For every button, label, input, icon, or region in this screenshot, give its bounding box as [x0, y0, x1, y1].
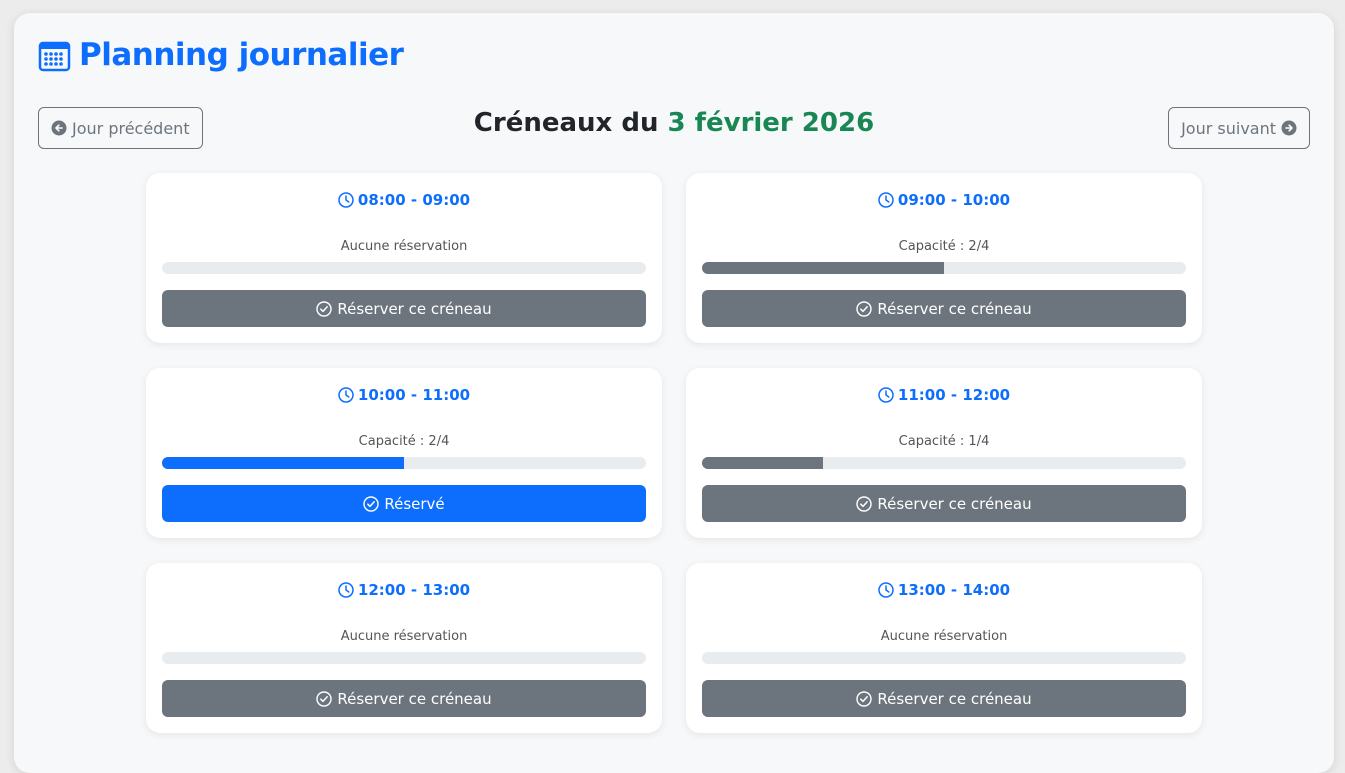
clock-icon — [878, 387, 894, 403]
slot-time: 11:00 - 12:00 — [686, 386, 1202, 404]
reserve-slot-label: Réserver ce créneau — [877, 299, 1032, 318]
slot-time-text: 11:00 - 12:00 — [897, 386, 1011, 404]
check-circle-icon — [856, 300, 873, 317]
slot-capacity-fill — [162, 457, 404, 469]
slot-card: 12:00 - 13:00 Aucune réservation Réserve… — [146, 563, 662, 733]
slot-capacity-bar — [162, 652, 646, 664]
reserve-slot-button[interactable]: Réserver ce créneau — [702, 680, 1186, 717]
reserve-slot-button[interactable]: Réserver ce créneau — [702, 485, 1186, 522]
slot-card: 08:00 - 09:00 Aucune réservation Réserve… — [146, 173, 662, 343]
slot-card: 09:00 - 10:00 Capacité : 2/4 Réserver ce… — [686, 173, 1202, 343]
slot-capacity-bar — [702, 457, 1186, 469]
clock-icon — [878, 192, 894, 208]
check-circle-icon — [856, 690, 873, 707]
day-heading-prefix: Créneaux du — [473, 108, 668, 138]
day-heading: Créneaux du 3 février 2026 — [14, 108, 1334, 138]
slot-time-text: 12:00 - 13:00 — [357, 581, 471, 599]
slot-capacity-text: Capacité : 2/4 — [898, 239, 990, 254]
slot-capacity-text: Aucune réservation — [340, 629, 468, 644]
slot-time: 13:00 - 14:00 — [686, 581, 1202, 599]
slot-time-text: 08:00 - 09:00 — [357, 191, 471, 209]
next-day-button[interactable]: Jour suivant — [1168, 107, 1310, 149]
arrow-right-circle-icon — [1281, 120, 1297, 136]
reserved-slot-button[interactable]: Réservé — [162, 485, 646, 522]
reserve-slot-button[interactable]: Réserver ce créneau — [162, 290, 646, 327]
reserve-slot-button[interactable]: Réserver ce créneau — [702, 290, 1186, 327]
next-day-label: Jour suivant — [1181, 118, 1276, 138]
calendar-icon — [38, 39, 71, 72]
reserve-slot-label: Réserver ce créneau — [877, 494, 1032, 513]
slot-capacity-bar — [162, 262, 646, 274]
day-heading-date: 3 février 2026 — [667, 108, 875, 138]
slot-capacity-text: Aucune réservation — [340, 239, 468, 254]
slot-capacity-fill — [702, 262, 944, 274]
slot-capacity-bar — [702, 262, 1186, 274]
slot-capacity-bar — [162, 457, 646, 469]
slot-time-text: 09:00 - 10:00 — [897, 191, 1011, 209]
slot-time: 09:00 - 10:00 — [686, 191, 1202, 209]
slot-time: 08:00 - 09:00 — [146, 191, 662, 209]
slot-time: 10:00 - 11:00 — [146, 386, 662, 404]
clock-icon — [338, 582, 354, 598]
reserve-slot-label: Réserver ce créneau — [337, 299, 492, 318]
slot-time: 12:00 - 13:00 — [146, 581, 662, 599]
reserve-slot-label: Réserver ce créneau — [877, 689, 1032, 708]
slot-card: 13:00 - 14:00 Aucune réservation Réserve… — [686, 563, 1202, 733]
reserve-slot-label: Réserver ce créneau — [337, 689, 492, 708]
clock-icon — [338, 387, 354, 403]
reserve-slot-label: Réservé — [384, 494, 445, 513]
page-title-text: Planning journalier — [79, 37, 404, 73]
page-title: Planning journalier — [38, 37, 404, 73]
check-circle-icon — [316, 300, 333, 317]
check-circle-icon — [856, 495, 873, 512]
slot-time-text: 10:00 - 11:00 — [357, 386, 471, 404]
check-circle-icon — [363, 495, 380, 512]
slot-capacity-text: Aucune réservation — [880, 629, 1008, 644]
slot-capacity-text: Capacité : 2/4 — [358, 434, 450, 449]
slot-capacity-text: Capacité : 1/4 — [898, 434, 990, 449]
clock-icon — [878, 582, 894, 598]
slot-time-text: 13:00 - 14:00 — [897, 581, 1011, 599]
slot-capacity-fill — [702, 457, 823, 469]
check-circle-icon — [316, 690, 333, 707]
planning-panel: Planning journalier Jour précédent Créne… — [14, 13, 1334, 773]
reserve-slot-button[interactable]: Réserver ce créneau — [162, 680, 646, 717]
slot-capacity-bar — [702, 652, 1186, 664]
slot-card: 11:00 - 12:00 Capacité : 1/4 Réserver ce… — [686, 368, 1202, 538]
slot-card: 10:00 - 11:00 Capacité : 2/4 Réservé — [146, 368, 662, 538]
clock-icon — [338, 192, 354, 208]
